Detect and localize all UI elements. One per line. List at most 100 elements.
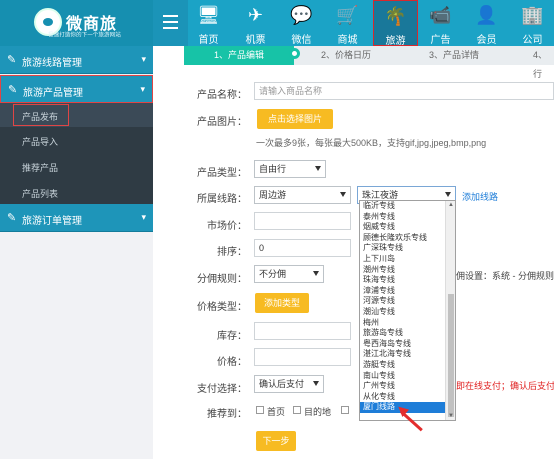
nav-item-travel[interactable]: 🌴 旅游: [373, 0, 418, 47]
sort-label: 排序：: [217, 247, 247, 258]
dropdown-option[interactable]: 梅州: [360, 318, 455, 329]
step-dot-icon: [289, 48, 300, 59]
dropdown-option[interactable]: 南山专线: [360, 371, 455, 382]
market-price-label: 市场价：: [207, 221, 247, 232]
airplane-icon: ✈: [247, 5, 264, 25]
dropdown-option[interactable]: 临沂专线: [360, 201, 455, 212]
sidebar-submenu: 产品发布 产品导入 推荐产品 产品列表: [0, 103, 153, 204]
dropdown-option[interactable]: 烟威专线: [360, 222, 455, 233]
dropdown-option[interactable]: 漳浦专线: [360, 286, 455, 297]
dropdown-option[interactable]: 湛江北海专线: [360, 349, 455, 360]
nav-item-member[interactable]: 👤 会员: [466, 0, 507, 46]
step-1[interactable]: 1、产品编辑: [184, 46, 294, 65]
caret-down-icon: [340, 192, 346, 197]
choose-image-button[interactable]: 点击选择图片: [257, 109, 333, 129]
nav-item-ads[interactable]: 📹 广告: [420, 0, 461, 46]
sidebar-item-product-import[interactable]: 产品导入: [0, 128, 153, 152]
dropdown-option[interactable]: 粤西海岛专线: [360, 339, 455, 350]
add-route-link[interactable]: 添加线路: [462, 190, 498, 203]
nav-item-flights[interactable]: ✈ 机票: [235, 0, 276, 46]
sidebar-group-orders[interactable]: ✎ 旅游订单管理 ▾: [0, 204, 153, 232]
sidebar-item-product-list[interactable]: 产品列表: [0, 180, 153, 204]
caret-down-icon: [315, 166, 321, 171]
sort-input[interactable]: 0: [254, 239, 351, 257]
price-input[interactable]: [254, 348, 351, 366]
dropdown-option[interactable]: 潮州专线: [360, 265, 455, 276]
next-button[interactable]: 下一步: [256, 431, 296, 451]
scroll-up-icon[interactable]: ▲: [447, 202, 455, 210]
price-type-label: 价格类型：: [197, 302, 247, 313]
route-dropdown-list[interactable]: 临沂专线 泰州专线 烟威专线 顾德长隆欢乐专线 广深珠专线 上下川岛 潮州专线 珠海专线 漳浦专…: [359, 200, 456, 421]
dropdown-option[interactable]: 游艇专线: [360, 360, 455, 371]
wechat-icon: 💬: [290, 5, 313, 25]
nav-item-mall[interactable]: 🛒 商城: [327, 0, 368, 46]
sidebar-item-recommended[interactable]: 推荐产品: [0, 154, 153, 178]
scroll-down-icon[interactable]: ▼: [447, 413, 455, 420]
dropdown-option[interactable]: 潮汕专线: [360, 307, 455, 318]
dropdown-option[interactable]: 广州专线: [360, 381, 455, 392]
dropdown-option[interactable]: 顾德长隆欢乐专线: [360, 233, 455, 244]
payment-hint: 即在线支付；确认后支付: [456, 381, 554, 391]
cart-icon: 🛒: [336, 5, 359, 25]
recommend-home-label: 首页: [267, 407, 286, 417]
stock-input[interactable]: [254, 322, 351, 340]
price-label: 价格：: [217, 357, 247, 368]
dropdown-option[interactable]: 广深珠专线: [360, 243, 455, 254]
caret-down-icon: [313, 381, 319, 386]
product-type-select[interactable]: 自由行: [254, 160, 326, 178]
pencil-icon: ✎: [7, 54, 17, 66]
sidebar-group-products[interactable]: ✎ 旅游产品管理 ▾: [0, 75, 153, 103]
route-label: 所属线路：: [197, 194, 247, 205]
pencil-icon: ✎: [8, 84, 18, 96]
commission-label: 分佣规则：: [197, 274, 247, 285]
sidebar-group-routes[interactable]: ✎ 旅游线路管理 ▾: [0, 46, 153, 74]
recommend-home-checkbox[interactable]: [256, 406, 264, 414]
route-category-select[interactable]: 周边游: [254, 186, 351, 204]
pencil-icon: ✎: [7, 212, 17, 224]
dropdown-option[interactable]: 从化专线: [360, 392, 455, 403]
recommend-destination-checkbox[interactable]: [293, 406, 301, 414]
dropdown-option[interactable]: 上下川岛: [360, 254, 455, 265]
product-image-label: 产品图片：: [197, 117, 247, 128]
chevron-down-icon: ▾: [141, 54, 146, 64]
stock-label: 库存：: [217, 331, 247, 342]
company-icon: 🏢: [521, 5, 544, 25]
nav-item-wechat[interactable]: 💬 微信: [281, 0, 322, 46]
add-type-button[interactable]: 添加类型: [255, 293, 309, 313]
image-hint: 一次最多9张，每张最大500KB，支持gif,jpg,jpeg,bmp,png: [256, 138, 487, 148]
step-4[interactable]: 4、行: [533, 46, 554, 79]
product-name-label: 产品名称：: [197, 90, 247, 101]
product-type-label: 产品类型：: [197, 168, 247, 179]
market-price-input[interactable]: [254, 212, 351, 230]
dropdown-option[interactable]: 珠海专线: [360, 275, 455, 286]
nav-item-company[interactable]: 🏢 公司: [512, 0, 553, 46]
brand-subtitle: 极速打造你的下一个旅游网站: [48, 32, 121, 39]
chevron-down-icon: ▾: [140, 84, 145, 94]
dropdown-option[interactable]: 旅游岛专线: [360, 328, 455, 339]
payment-label: 支付选择：: [197, 384, 247, 395]
dropdown-option[interactable]: 河源专线: [360, 296, 455, 307]
chevron-down-icon: ▾: [141, 212, 146, 222]
video-icon: 📹: [429, 5, 452, 25]
sidebar: ✎ 旅游线路管理 ▾ ✎ 旅游产品管理 ▾ 产品发布 产品导入 推荐产品 产品列…: [0, 46, 153, 459]
brand-logo[interactable]: 微商旅 极速打造你的下一个旅游网站: [0, 0, 153, 46]
step-3[interactable]: 3、产品详情: [429, 46, 479, 65]
recommend-other-checkbox[interactable]: [341, 406, 349, 414]
scrollbar-thumb[interactable]: [448, 294, 454, 417]
monitor-icon: 🖥: [197, 5, 220, 25]
top-bar: 微商旅 极速打造你的下一个旅游网站 🖥 首页 ✈ 机票 💬 微信 🛒 商城 🌴 …: [0, 0, 554, 47]
menu-toggle-button[interactable]: [153, 0, 188, 46]
sidebar-item-product-publish[interactable]: 产品发布: [0, 103, 153, 127]
product-name-input[interactable]: 请输入商品名称: [254, 82, 554, 100]
recommend-destination-label: 目的地: [304, 407, 332, 417]
palm-tree-icon: 🌴: [384, 6, 407, 26]
dropdown-scrollbar[interactable]: ▲ ▼: [445, 201, 455, 420]
caret-down-icon: [445, 192, 451, 197]
nav-item-home[interactable]: 🖥 首页: [188, 0, 229, 46]
commission-select[interactable]: 不分佣: [254, 265, 324, 283]
step-2[interactable]: 2、价格日历: [321, 46, 371, 65]
recommend-label: 推荐到：: [207, 409, 247, 420]
caret-down-icon: [313, 271, 319, 276]
payment-select[interactable]: 确认后支付: [254, 375, 324, 393]
dropdown-option[interactable]: 泰州专线: [360, 212, 455, 223]
